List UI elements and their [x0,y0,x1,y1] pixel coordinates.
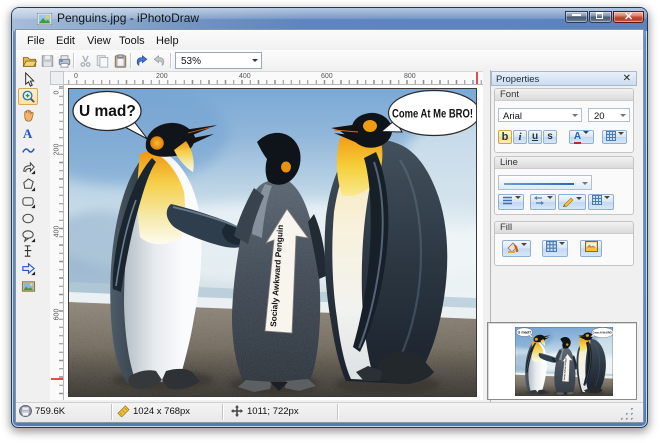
svg-text:A: A [23,126,33,141]
